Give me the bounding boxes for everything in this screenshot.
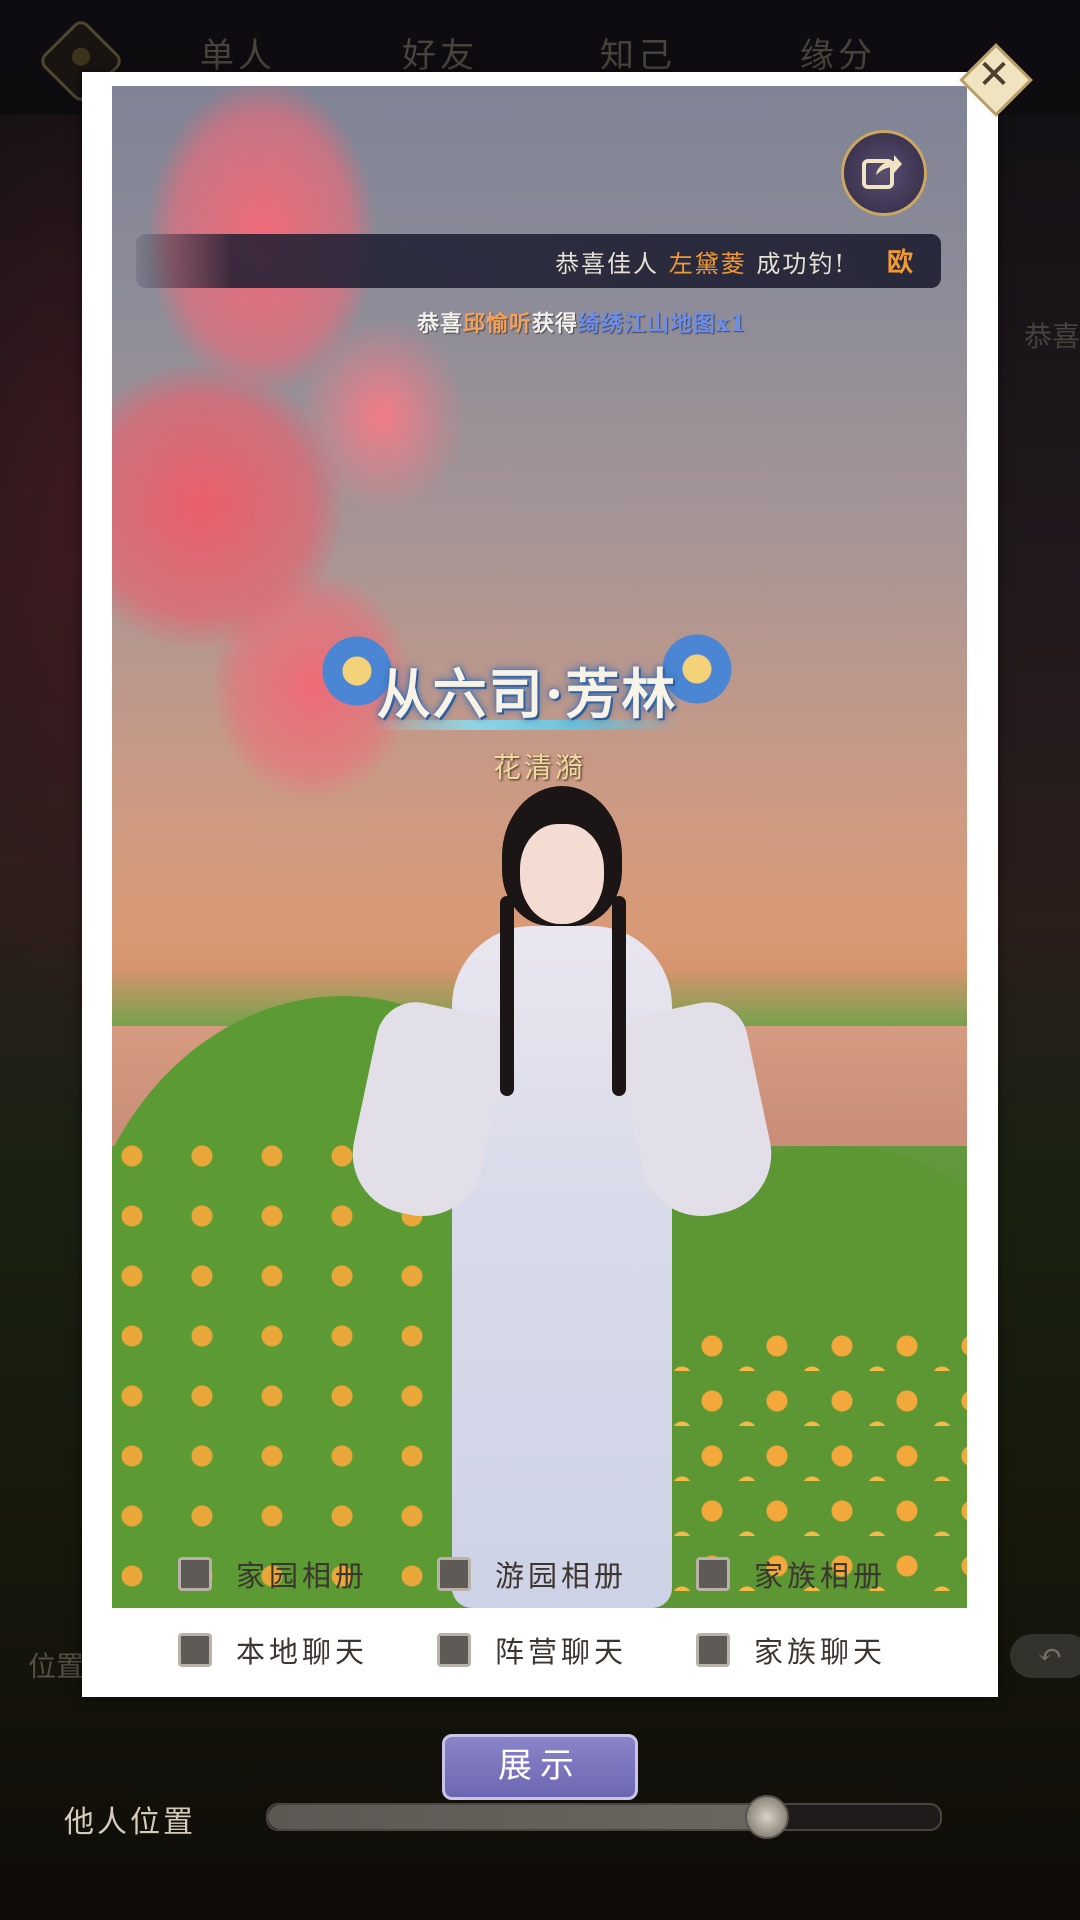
close-button[interactable]: ✕ bbox=[959, 43, 1033, 117]
title-badge: 从六司·芳林 bbox=[322, 634, 732, 746]
slider-handle[interactable] bbox=[745, 1795, 790, 1839]
option-camp-chat[interactable]: 阵营聊天 bbox=[437, 1625, 627, 1675]
option-label: 本地聊天 bbox=[236, 1635, 369, 1669]
option-label: 家族相册 bbox=[754, 1559, 887, 1593]
option-label: 家族聊天 bbox=[754, 1635, 887, 1669]
slider-fill bbox=[268, 1805, 766, 1829]
checkbox[interactable] bbox=[437, 1557, 471, 1591]
character-face bbox=[520, 824, 604, 924]
show-button[interactable]: 展示 bbox=[442, 1734, 638, 1800]
checkbox[interactable] bbox=[178, 1557, 212, 1591]
photo-share-dialog: 从六司·芳林 花清漪 恭喜佳人 左黛菱 成功钓! 欧 恭喜邱愉听获得绮绣江山地图… bbox=[82, 72, 998, 1697]
checkbox[interactable] bbox=[696, 1557, 730, 1591]
title-badge-text: 从六司·芳林 bbox=[376, 662, 678, 726]
announcement-marquee: 恭喜佳人 左黛菱 成功钓! 欧 bbox=[136, 234, 941, 288]
marquee-tail-text: 欧 bbox=[886, 248, 913, 278]
option-home-album[interactable]: 家园相册 bbox=[178, 1549, 368, 1599]
option-garden-album[interactable]: 游园相册 bbox=[437, 1549, 627, 1599]
others-position-label: 他人位置 bbox=[64, 1805, 196, 1840]
notice-item-name: 绮绣江山地图x1 bbox=[578, 311, 747, 337]
marquee-player-name: 左黛菱 bbox=[668, 250, 747, 278]
option-label: 家园相册 bbox=[236, 1559, 369, 1593]
option-label: 阵营聊天 bbox=[495, 1635, 628, 1669]
option-family-chat[interactable]: 家族聊天 bbox=[696, 1625, 886, 1675]
character-braid-left bbox=[500, 896, 514, 1096]
character-name: 花清漪 bbox=[492, 751, 586, 784]
share-button[interactable] bbox=[841, 130, 927, 216]
character-braid-right bbox=[612, 896, 626, 1096]
marquee-suffix: 成功钓! bbox=[756, 250, 846, 278]
checkbox[interactable] bbox=[696, 1633, 730, 1667]
marquee-text: 恭喜佳人 左黛菱 成功钓! bbox=[555, 244, 846, 279]
share-options: 家园相册 游园相册 家族相册 本地聊天 阵营聊天 家族聊天 bbox=[82, 1535, 998, 1697]
close-icon: ✕ bbox=[977, 52, 1011, 98]
share-icon bbox=[862, 155, 902, 189]
checkbox[interactable] bbox=[437, 1633, 471, 1667]
others-position-slider[interactable] bbox=[266, 1795, 942, 1839]
screenshot-photo: 从六司·芳林 花清漪 恭喜佳人 左黛菱 成功钓! 欧 恭喜邱愉听获得绮绣江山地图… bbox=[112, 86, 967, 1608]
option-label: 游园相册 bbox=[495, 1559, 628, 1593]
player-character bbox=[341, 786, 783, 1608]
option-family-album[interactable]: 家族相册 bbox=[696, 1549, 886, 1599]
marquee-prefix: 恭喜佳人 bbox=[555, 250, 660, 278]
reward-notice: 恭喜邱愉听获得绮绣江山地图x1 bbox=[417, 306, 746, 338]
checkbox[interactable] bbox=[178, 1633, 212, 1667]
notice-prefix: 恭喜 bbox=[417, 311, 464, 337]
notice-player-name: 邱愉听 bbox=[463, 311, 533, 337]
notice-verb: 获得 bbox=[532, 311, 579, 337]
option-local-chat[interactable]: 本地聊天 bbox=[178, 1625, 368, 1675]
